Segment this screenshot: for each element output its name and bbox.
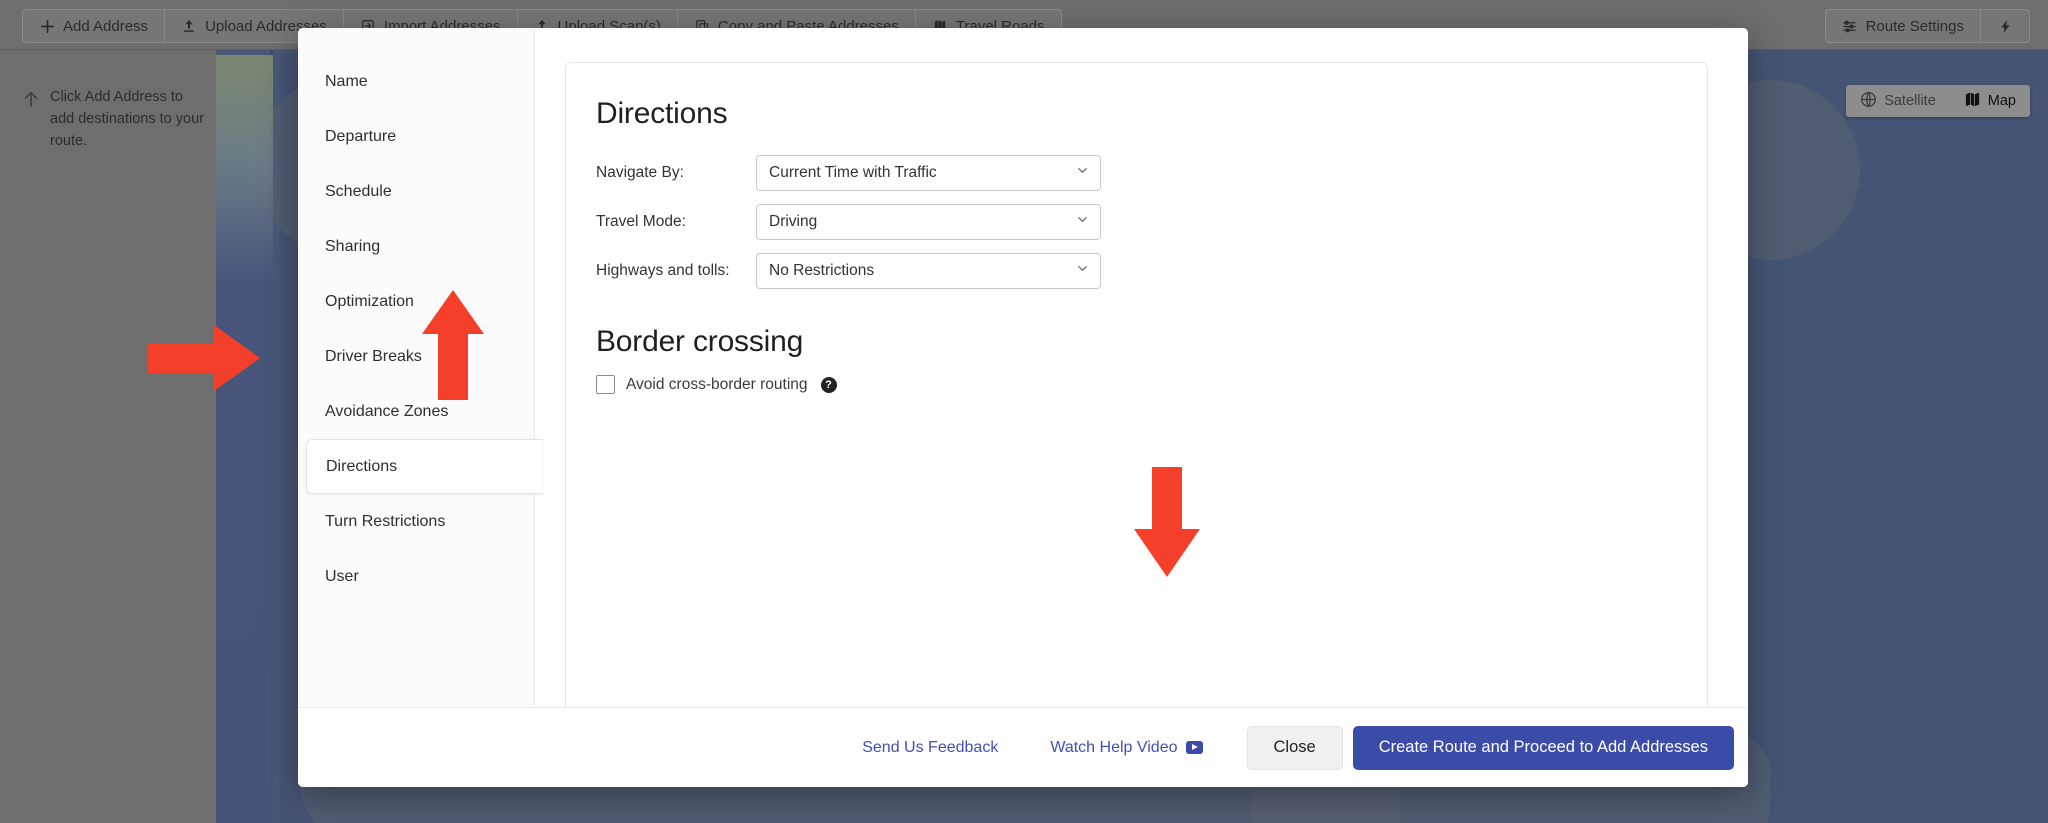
sidebar-item-avoidance-zones[interactable]: Avoidance Zones [298,384,534,439]
add-address-label: Add Address [63,17,149,35]
directions-panel: Directions Navigate By: Current Time wit… [565,62,1708,707]
highways-tolls-value: No Restrictions [756,253,1101,289]
avoid-cross-border-row: Avoid cross-border routing ? [596,375,1707,394]
plus-icon [39,18,55,34]
lightning-icon [1997,18,2013,34]
map-visible-strip [215,55,273,823]
map-type-satellite[interactable]: Satellite [1846,85,1950,117]
toolbar-right-group: Route Settings [1824,9,2030,43]
map-type-satellite-label: Satellite [1884,93,1936,109]
sidebar-item-label: Directions [326,457,398,475]
upload-icon [181,18,197,34]
avoid-cross-border-label: Avoid cross-border routing [626,375,808,393]
sidebar-item-label: Avoidance Zones [325,402,449,420]
highways-tolls-row: Highways and tolls: No Restrictions [596,253,1707,289]
sidebar-item-turn-restrictions[interactable]: Turn Restrictions [298,494,534,549]
add-address-button[interactable]: Add Address [23,10,166,42]
navigate-by-row: Navigate By: Current Time with Traffic [596,155,1707,191]
video-play-icon [1185,741,1203,754]
map-icon [1964,91,1981,112]
avoid-cross-border-checkbox[interactable] [596,375,615,394]
add-address-hint: Click Add Address to add destinations to… [50,89,204,149]
sidebar-item-label: Schedule [325,182,392,200]
watch-help-video-label: Watch Help Video [1050,738,1178,756]
sidebar-item-label: Driver Breaks [325,347,422,365]
sidebar-item-departure[interactable]: Departure [298,109,534,164]
send-us-feedback-label: Send Us Feedback [862,738,999,756]
border-crossing-title: Border crossing [596,325,804,358]
sidebar-item-sharing[interactable]: Sharing [298,219,534,274]
route-settings-label: Route Settings [1865,17,1964,35]
quick-actions-button[interactable] [1981,10,2029,42]
navigate-by-label: Navigate By: [596,164,684,181]
travel-mode-row: Travel Mode: Driving [596,204,1707,240]
sidebar-item-label: Sharing [325,237,381,255]
highways-tolls-select[interactable]: No Restrictions [756,253,1101,289]
app-root: North Atlantic Ocean San Antonio Houston [0,0,2048,823]
sidebar-item-label: Departure [325,127,397,145]
up-arrow-icon [20,88,42,110]
help-icon[interactable]: ? [820,376,837,393]
create-route-button[interactable]: Create Route and Proceed to Add Addresse… [1352,725,1734,770]
travel-mode-value: Driving [756,204,1101,240]
sidebar-item-directions[interactable]: Directions [306,439,543,494]
modal-main-content: Directions Navigate By: Current Time wit… [535,28,1748,707]
sidebar-item-name[interactable]: Name [298,54,534,109]
close-button[interactable]: Close [1246,725,1343,770]
sidebar-item-driver-breaks[interactable]: Driver Breaks [298,329,534,384]
send-us-feedback-link[interactable]: Send Us Feedback [836,739,1024,757]
sidebar-item-schedule[interactable]: Schedule [298,164,534,219]
modal-sidebar-nav: Name Departure Schedule Sharing Optimiza… [298,28,543,707]
map-type-map-label: Map [1987,93,2016,109]
route-settings-modal: Name Departure Schedule Sharing Optimiza… [298,28,1748,787]
navigate-by-select[interactable]: Current Time with Traffic [756,155,1101,191]
sidebar-item-optimization[interactable]: Optimization [298,274,534,329]
sidebar-item-label: Name [325,72,368,90]
sidebar-item-user[interactable]: User [298,549,534,604]
modal-footer: Send Us Feedback Watch Help Video Close … [298,707,1748,787]
sliders-icon [1842,18,1858,34]
map-type-control: Satellite Map [1846,85,2030,117]
travel-mode-select[interactable]: Driving [756,204,1101,240]
page-title: Directions [596,97,728,130]
left-panel: Click Add Address to add destinations to… [0,0,216,823]
sidebar-item-label: User [325,567,359,585]
watch-help-video-link[interactable]: Watch Help Video [1024,739,1228,757]
sidebar-item-label: Optimization [325,292,414,310]
route-settings-button[interactable]: Route Settings [1826,10,1981,42]
map-type-map[interactable]: Map [1950,85,2030,117]
modal-body: Name Departure Schedule Sharing Optimiza… [298,28,1748,707]
navigate-by-value: Current Time with Traffic [756,155,1101,191]
travel-mode-label: Travel Mode: [596,213,686,230]
highways-tolls-label: Highways and tolls: [596,262,730,279]
globe-icon [1860,91,1877,112]
sidebar-item-label: Turn Restrictions [325,512,446,530]
